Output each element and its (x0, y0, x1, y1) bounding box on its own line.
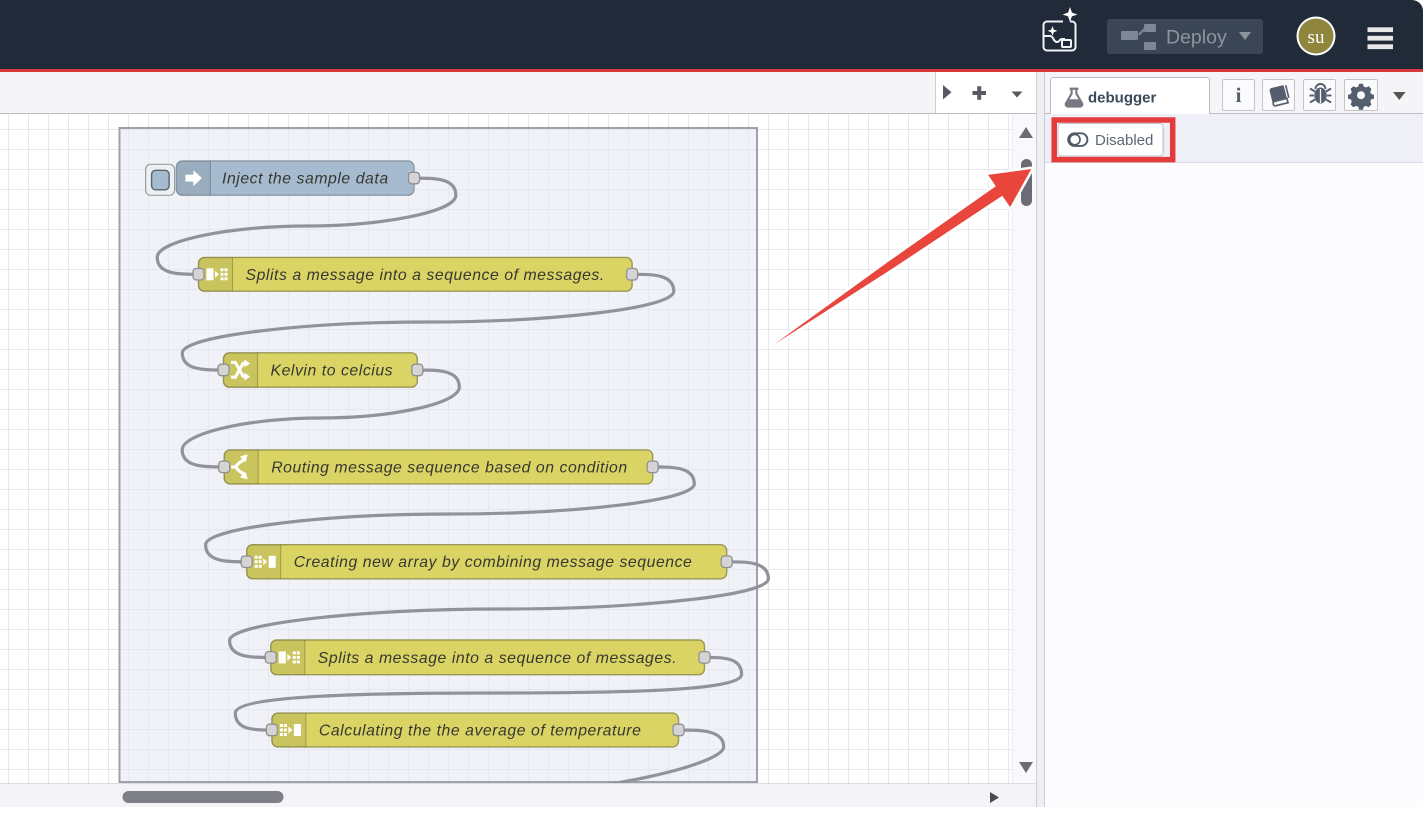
svg-text:debugger: debugger (1088, 89, 1156, 106)
svg-text:Creating new array by combinin: Creating new array by combining message … (294, 554, 693, 571)
svg-text:su: su (1308, 27, 1325, 48)
svg-text:Routing message sequence based: Routing message sequence based on condit… (271, 459, 628, 476)
svg-text:Kelvin to celcius: Kelvin to celcius (271, 363, 394, 380)
svg-text:Disabled: Disabled (1095, 132, 1153, 149)
svg-text:Calculating the the average of: Calculating the the average of temperatu… (319, 723, 642, 740)
svg-text:i: i (1236, 83, 1242, 107)
svg-text:Deploy: Deploy (1166, 27, 1227, 49)
svg-text:Inject the sample data: Inject the sample data (222, 171, 389, 188)
svg-text:Splits a message into a sequen: Splits a message into a sequence of mess… (318, 650, 677, 667)
svg-text:Splits a message into a sequen: Splits a message into a sequence of mess… (246, 267, 605, 284)
